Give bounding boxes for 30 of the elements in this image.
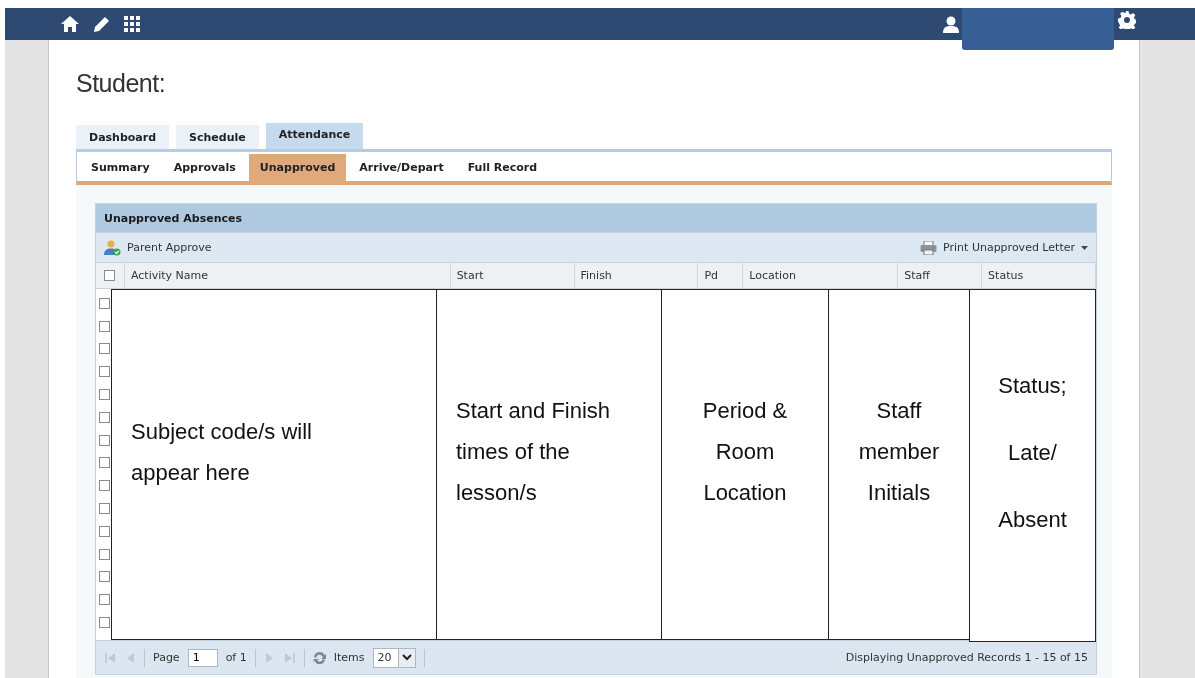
tab[interactable]: Attendance	[265, 123, 364, 149]
subtab[interactable]: Approvals	[162, 154, 247, 181]
items-per-page-select[interactable]: 20	[372, 647, 416, 668]
column-header[interactable]: Finish	[574, 263, 699, 288]
column-header[interactable]: Status	[982, 263, 1096, 288]
page-number-field[interactable]: 1	[187, 648, 218, 667]
column-header[interactable]: Pd	[698, 263, 744, 288]
annotation-text: Status; Late/ Absent	[998, 372, 1067, 534]
page-label: Page	[153, 651, 180, 664]
column-header[interactable]: Location	[743, 263, 899, 288]
grid-title: Unapproved Absences	[104, 211, 242, 225]
records-summary: Displaying Unapproved Records 1 - 15 of 15	[845, 651, 1088, 664]
page-count: of 1	[225, 651, 247, 664]
page-title: Student:	[76, 69, 167, 99]
print-letter-button[interactable]: Print Unapproved Letter	[920, 240, 1088, 255]
column-header[interactable]: Activity Name	[124, 263, 451, 288]
subtab[interactable]: Full Record	[456, 154, 549, 181]
annotation-text: Subject code/s will appear here	[130, 417, 312, 487]
items-label: Items	[333, 651, 365, 664]
column-header[interactable]: Start	[450, 263, 575, 288]
subtab[interactable]: Summary	[80, 154, 161, 181]
parent-approve-button[interactable]: Parent Approve	[104, 239, 212, 256]
subtab[interactable]: Unapproved	[248, 154, 347, 181]
tab[interactable]: Schedule	[176, 125, 259, 149]
tab[interactable]: Dashboard	[76, 125, 170, 149]
annotation-text: Period & Room Location	[702, 397, 788, 507]
annotation-text: Staff member Initials	[858, 397, 940, 507]
column-header[interactable]: Staff	[898, 263, 983, 288]
annotation-text: Start and Finish times of the lesson/s	[455, 397, 611, 507]
subtab[interactable]: Arrive/Depart	[348, 154, 455, 181]
